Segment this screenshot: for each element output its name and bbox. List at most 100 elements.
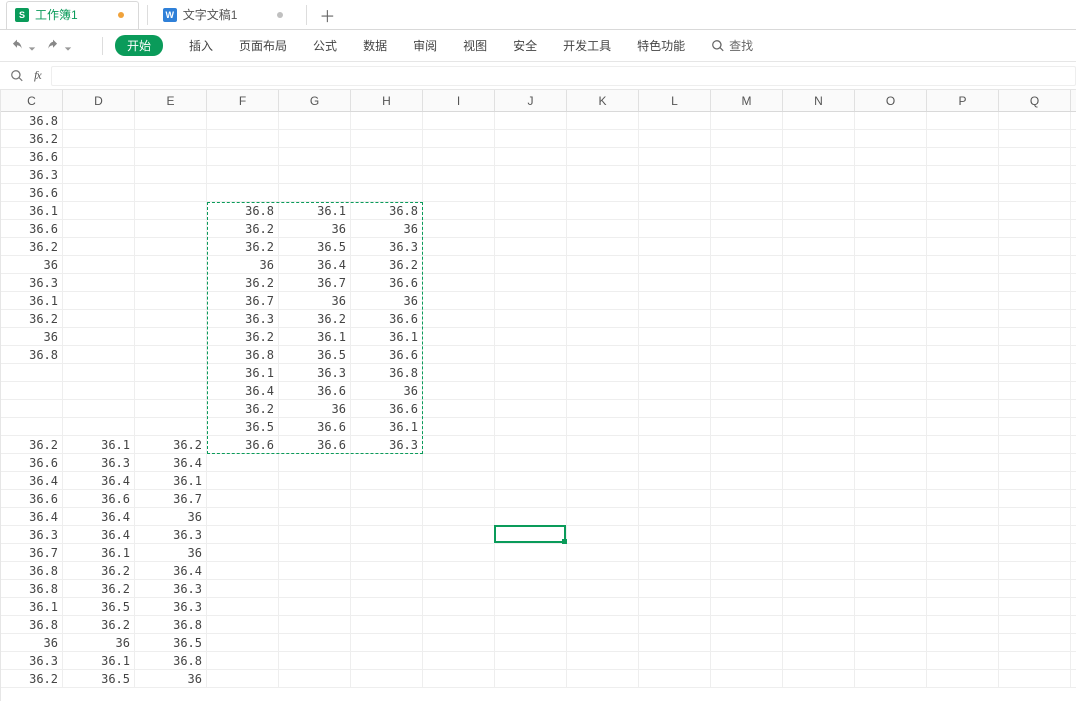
cell[interactable]	[423, 652, 495, 670]
cell[interactable]: 36.2	[207, 274, 279, 292]
cell[interactable]: 36.3	[135, 580, 207, 598]
cell[interactable]	[63, 382, 135, 400]
cell[interactable]	[495, 274, 567, 292]
cell[interactable]: 36.2	[1, 238, 63, 256]
cell[interactable]	[927, 508, 999, 526]
cell[interactable]	[783, 508, 855, 526]
cell[interactable]	[351, 562, 423, 580]
cell[interactable]	[711, 436, 783, 454]
cell[interactable]	[855, 274, 927, 292]
cell[interactable]	[423, 274, 495, 292]
cell[interactable]: 36.3	[279, 364, 351, 382]
cell[interactable]: 36.3	[351, 238, 423, 256]
cell[interactable]	[855, 238, 927, 256]
cell[interactable]: 36.3	[351, 436, 423, 454]
cell[interactable]	[63, 130, 135, 148]
table-row[interactable]: 3636.236.136.1	[1, 328, 1076, 346]
undo-button[interactable]	[10, 39, 24, 53]
cell[interactable]	[999, 274, 1071, 292]
cell[interactable]	[423, 508, 495, 526]
cell[interactable]	[639, 148, 711, 166]
cell[interactable]: 36.8	[351, 202, 423, 220]
cell[interactable]	[711, 310, 783, 328]
cell[interactable]: 36.6	[351, 346, 423, 364]
cell[interactable]	[783, 382, 855, 400]
cell[interactable]	[135, 130, 207, 148]
cell[interactable]: 36.5	[207, 418, 279, 436]
table-row[interactable]: 36.236.336.236.6	[1, 310, 1076, 328]
cell[interactable]	[639, 130, 711, 148]
cell[interactable]	[783, 670, 855, 688]
cell[interactable]	[999, 670, 1071, 688]
cell[interactable]	[423, 526, 495, 544]
cell[interactable]	[495, 562, 567, 580]
cell[interactable]	[423, 382, 495, 400]
cell[interactable]	[999, 580, 1071, 598]
cell[interactable]	[279, 472, 351, 490]
cell[interactable]	[999, 616, 1071, 634]
cell[interactable]	[423, 634, 495, 652]
column-header[interactable]: P	[927, 90, 999, 111]
cell[interactable]	[999, 598, 1071, 616]
cell[interactable]	[567, 382, 639, 400]
cell[interactable]	[279, 544, 351, 562]
cell[interactable]	[855, 130, 927, 148]
cell[interactable]	[855, 418, 927, 436]
cell[interactable]: 36.1	[63, 652, 135, 670]
cell[interactable]	[495, 670, 567, 688]
column-headers[interactable]: CDEFGHIJKLMNOPQ	[1, 90, 1076, 112]
column-header[interactable]: J	[495, 90, 567, 111]
cell[interactable]	[927, 148, 999, 166]
cell[interactable]	[999, 418, 1071, 436]
cell[interactable]	[783, 580, 855, 598]
cell[interactable]: 36.8	[135, 616, 207, 634]
ribbon-tab-insert[interactable]: 插入	[189, 37, 213, 54]
cell[interactable]	[927, 166, 999, 184]
cell[interactable]: 36.6	[1, 184, 63, 202]
cell[interactable]	[783, 544, 855, 562]
cell[interactable]	[999, 436, 1071, 454]
cell[interactable]	[999, 328, 1071, 346]
cell[interactable]	[639, 472, 711, 490]
cell[interactable]	[423, 400, 495, 418]
cell[interactable]	[639, 184, 711, 202]
cell[interactable]	[999, 526, 1071, 544]
cell[interactable]	[567, 580, 639, 598]
cell[interactable]	[855, 490, 927, 508]
table-row[interactable]: 36.636.23636	[1, 220, 1076, 238]
cell[interactable]	[855, 220, 927, 238]
table-row[interactable]: 36.336.236.736.6	[1, 274, 1076, 292]
cell[interactable]	[351, 508, 423, 526]
cell[interactable]	[279, 508, 351, 526]
cell[interactable]	[279, 526, 351, 544]
table-row[interactable]: 36.236.236.536.3	[1, 238, 1076, 256]
table-row[interactable]: 36.836.236.3	[1, 580, 1076, 598]
cell[interactable]	[567, 670, 639, 688]
cell[interactable]	[639, 544, 711, 562]
cell[interactable]	[927, 364, 999, 382]
new-tab-button[interactable]: ＋	[313, 1, 341, 29]
cell[interactable]	[279, 616, 351, 634]
cell[interactable]	[567, 436, 639, 454]
zoom-selection-button[interactable]	[10, 69, 24, 83]
cell[interactable]	[495, 616, 567, 634]
cell[interactable]	[495, 436, 567, 454]
cell[interactable]	[711, 454, 783, 472]
cell[interactable]: 36.1	[135, 472, 207, 490]
cell[interactable]	[927, 184, 999, 202]
table-row[interactable]: 36.3	[1, 166, 1076, 184]
cell[interactable]	[423, 130, 495, 148]
cell[interactable]	[711, 130, 783, 148]
cell[interactable]	[639, 310, 711, 328]
cell[interactable]	[423, 292, 495, 310]
undo-dropdown[interactable]	[28, 42, 36, 50]
ribbon-tab-dev-tools[interactable]: 开发工具	[563, 37, 611, 54]
cell[interactable]	[351, 526, 423, 544]
cell[interactable]	[783, 184, 855, 202]
cell[interactable]	[1, 364, 63, 382]
cell[interactable]	[783, 364, 855, 382]
cell[interactable]	[855, 328, 927, 346]
cell[interactable]	[999, 364, 1071, 382]
cell[interactable]	[999, 508, 1071, 526]
cell[interactable]	[63, 202, 135, 220]
